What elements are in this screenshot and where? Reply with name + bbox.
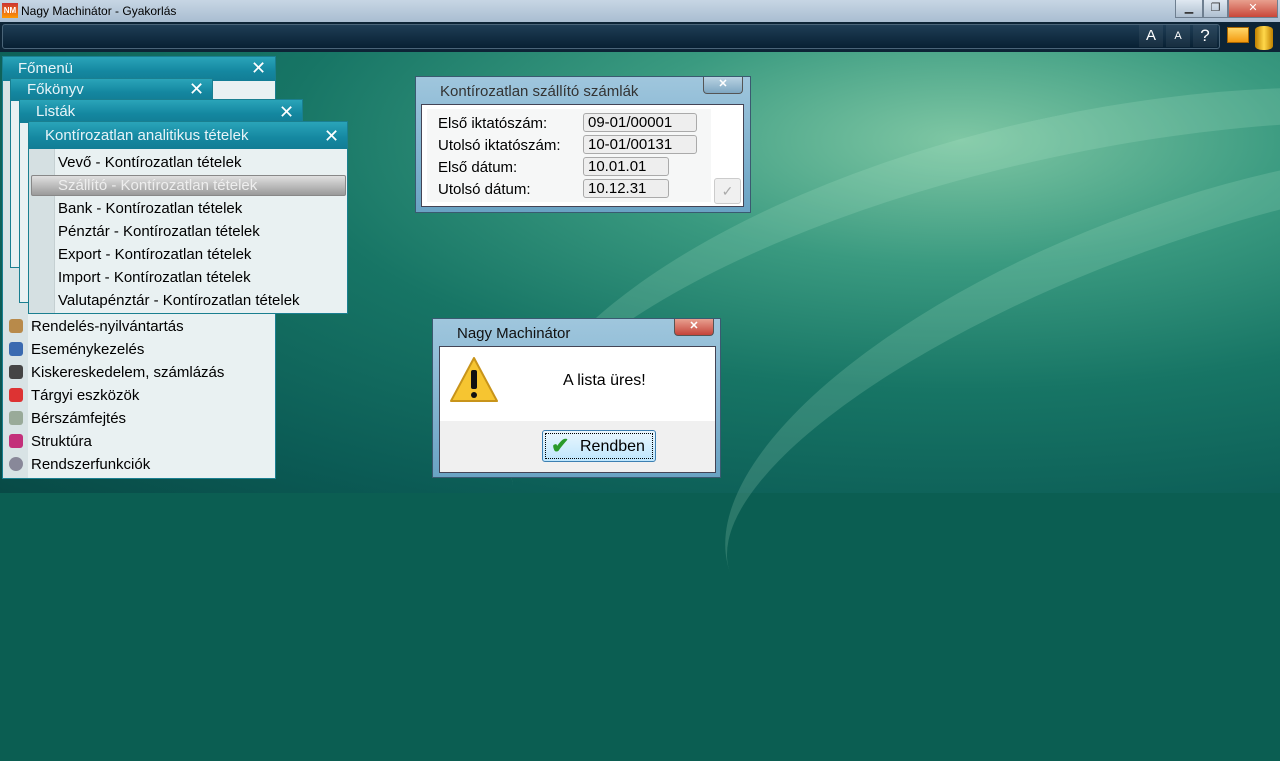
app-title: Nagy Machinátor - Gyakorlás: [21, 4, 177, 18]
order-icon: [9, 319, 23, 333]
fokonyv-header: Főkönyv ✕: [11, 79, 212, 101]
fokonyv-close-icon[interactable]: ✕: [189, 79, 204, 100]
list-item-vevo[interactable]: Vevő - Kontírozatlan tételek: [58, 154, 241, 171]
menu-item-berszam[interactable]: Bérszámfejtés: [31, 410, 126, 427]
payroll-icon: [9, 411, 23, 425]
analitikus-window: Kontírozatlan analitikus tételek ✕ Vevő …: [28, 121, 348, 314]
menu-item-rendszer[interactable]: Rendszerfunkciók: [31, 456, 150, 473]
list-item-import[interactable]: Import - Kontírozatlan tételek: [58, 269, 251, 286]
listak-close-icon[interactable]: ✕: [279, 102, 294, 123]
close-button[interactable]: ✕: [1228, 0, 1278, 18]
last-date-field[interactable]: 10.12.31: [583, 179, 669, 198]
toolbar: A A ?: [0, 22, 1280, 52]
szamlak-close-button[interactable]: ✕: [703, 77, 743, 94]
app-icon: NM: [2, 3, 18, 18]
ok-button-label: Rendben: [580, 438, 645, 455]
confirm-check-button[interactable]: ✓: [714, 178, 741, 204]
analitikus-close-icon[interactable]: ✕: [324, 126, 339, 147]
menu-item-rendeles[interactable]: Rendelés-nyilvántartás: [31, 318, 184, 335]
list-item-export[interactable]: Export - Kontírozatlan tételek: [58, 246, 251, 263]
message-text: A lista üres!: [563, 372, 646, 389]
menu-item-kiskereskedelem[interactable]: Kiskereskedelem, számlázás: [31, 364, 224, 381]
fomenu-title: Főmenü: [18, 60, 74, 77]
menu-item-targyi[interactable]: Tárgyi eszközök: [31, 387, 139, 404]
database-icon[interactable]: [1255, 26, 1273, 50]
last-date-label: Utolsó dátum:: [438, 181, 531, 198]
first-number-field[interactable]: 09-01/00001: [583, 113, 697, 132]
app-title-bar: NM Nagy Machinátor - Gyakorlás ▁ ❐ ✕: [0, 0, 1280, 22]
ok-button[interactable]: ✔ Rendben: [542, 430, 656, 462]
fomenu-close-icon[interactable]: ✕: [251, 58, 266, 79]
menu-item-struktura[interactable]: Struktúra: [31, 433, 92, 450]
message-dialog: Nagy Machinátor ✕ A lista üres! ✔ Rendbe…: [432, 318, 721, 478]
list-item-szallito[interactable]: Szállító - Kontírozatlan tételek: [58, 177, 257, 194]
message-dialog-title: Nagy Machinátor: [457, 325, 571, 342]
list-item-penztar[interactable]: Pénztár - Kontírozatlan tételek: [58, 223, 260, 240]
analitikus-title: Kontírozatlan analitikus tételek: [45, 127, 249, 144]
first-date-label: Első dátum:: [438, 159, 518, 176]
cube-icon: [9, 434, 23, 448]
szamlak-dialog: Kontírozatlan szállító számlák ✕ Első ik…: [415, 76, 751, 213]
house-icon: [9, 388, 23, 402]
cash-register-icon: [9, 365, 23, 379]
font-larger-button[interactable]: A: [1139, 25, 1163, 47]
fokonyv-title: Főkönyv: [27, 81, 84, 98]
warning-icon: [450, 357, 498, 402]
gears-icon: [9, 457, 23, 471]
menu-item-esemeny[interactable]: Eseménykezelés: [31, 341, 144, 358]
check-icon: ✔: [551, 433, 570, 458]
szamlak-dialog-title: Kontírozatlan szállító számlák: [440, 83, 639, 100]
message-close-button[interactable]: ✕: [674, 319, 714, 336]
help-button[interactable]: ?: [1193, 25, 1217, 47]
list-item-bank[interactable]: Bank - Kontírozatlan tételek: [58, 200, 242, 217]
first-number-label: Első iktatószám:: [438, 115, 548, 132]
listak-title: Listák: [36, 103, 76, 120]
event-icon: [9, 342, 23, 356]
monitor-icon[interactable]: [1227, 27, 1249, 43]
analitikus-header: Kontírozatlan analitikus tételek ✕: [29, 122, 347, 149]
font-smaller-button[interactable]: A: [1166, 25, 1190, 47]
first-date-field[interactable]: 10.01.01: [583, 157, 669, 176]
list-item-valuta[interactable]: Valutapénztár - Kontírozatlan tételek: [58, 292, 300, 309]
listak-header: Listák ✕: [20, 100, 302, 123]
restore-button[interactable]: ❐: [1203, 0, 1228, 18]
minimize-button[interactable]: ▁: [1175, 0, 1203, 18]
last-number-label: Utolsó iktatószám:: [438, 137, 561, 154]
last-number-field[interactable]: 10-01/00131: [583, 135, 697, 154]
